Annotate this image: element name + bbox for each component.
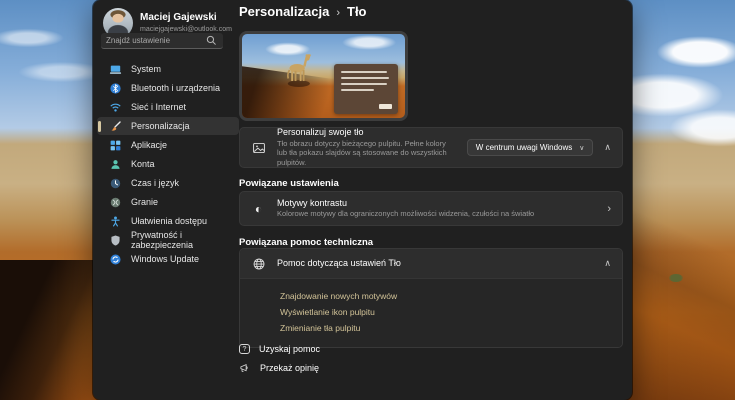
- sidebar-item-accessibility[interactable]: Ułatwienia dostępu: [97, 212, 239, 230]
- sidebar-item-label: Bluetooth i urządzenia: [131, 83, 221, 93]
- chevron-down-icon: ∨: [579, 144, 585, 152]
- desktop-wallpaper-right-dune: [615, 190, 735, 400]
- globe-icon: [251, 257, 266, 271]
- background-preview: [239, 31, 408, 121]
- photo-icon: [251, 141, 266, 155]
- gaming-icon: [109, 196, 122, 209]
- sidebar-item-accounts[interactable]: Konta: [97, 155, 239, 173]
- sidebar-item-label: Aplikacje: [131, 140, 168, 150]
- network-icon: [109, 101, 122, 114]
- search-input[interactable]: [106, 36, 201, 45]
- sidebar-item-gaming[interactable]: Granie: [97, 193, 239, 211]
- sidebar-item-label: Granie: [131, 197, 159, 207]
- sidebar-item-personalization[interactable]: Personalizacja: [97, 117, 239, 135]
- help-links: Znajdowanie nowych motywów Wyświetlanie …: [240, 278, 622, 347]
- background-type-dropdown[interactable]: W centrum uwagi Windows ∨: [466, 139, 594, 156]
- personalization-icon: [109, 120, 122, 133]
- megaphone-icon: [239, 362, 251, 374]
- sidebar-item-apps[interactable]: Aplikacje: [97, 136, 239, 154]
- sidebar-item-windows-update[interactable]: Windows Update: [97, 250, 239, 268]
- contrast-themes-card[interactable]: ◐ Motywy kontrastu Kolorowe motywy dla o…: [239, 191, 623, 226]
- sidebar-nav: System Bluetooth i urządzenia Sieć i Int…: [97, 60, 239, 269]
- help-link-change-background[interactable]: Zmienianie tła pulpitu: [280, 323, 610, 333]
- sidebar-item-label: Windows Update: [131, 254, 200, 264]
- background-card-description: Tło obrazu dotyczy bieżącego pulpitu. Pe…: [277, 138, 447, 168]
- sidebar-item-network[interactable]: Sieć i Internet: [97, 98, 239, 116]
- profile-text: Maciej Gajewski maciejgajewski@outlook.c…: [140, 12, 232, 34]
- accounts-icon: [109, 158, 122, 171]
- help-card-header[interactable]: Pomoc dotycząca ustawień Tło ∧: [240, 249, 622, 278]
- personalize-background-card: Personalizuj swoje tło Tło obrazu dotycz…: [239, 127, 623, 168]
- preview-window-button: [379, 104, 392, 110]
- privacy-icon: [109, 234, 122, 247]
- contrast-card-description: Kolorowe motywy dla ograniczonych możliw…: [277, 209, 535, 219]
- dropdown-value: W centrum uwagi Windows: [475, 143, 573, 152]
- sidebar-item-label: Ułatwienia dostępu: [131, 216, 208, 226]
- sidebar-item-label: Prywatność i zabezpieczenia: [131, 230, 194, 250]
- search-box[interactable]: [101, 33, 223, 49]
- help-card-title: Pomoc dotycząca ustawień Tło: [277, 257, 401, 268]
- breadcrumb-parent[interactable]: Personalizacja: [239, 4, 329, 19]
- windows-update-icon: [109, 253, 122, 266]
- support-heading: Powiązana pomoc techniczna: [239, 237, 374, 248]
- profile-name: Maciej Gajewski: [140, 12, 217, 24]
- sidebar-item-label: Konta: [131, 159, 155, 169]
- feedback-link[interactable]: Przekaż opinię: [239, 362, 319, 374]
- time-language-icon: [109, 177, 122, 190]
- cheetah-image: [287, 54, 311, 88]
- help-link-desktop-icons[interactable]: Wyświetlanie ikon pulpitu: [280, 307, 610, 317]
- collapse-chevron-icon[interactable]: ∧: [604, 142, 611, 153]
- feedback-label: Przekaż opinię: [260, 363, 320, 373]
- sidebar-item-bluetooth[interactable]: Bluetooth i urządzenia: [97, 79, 239, 97]
- help-link-find-themes[interactable]: Znajdowanie nowych motywów: [280, 291, 610, 301]
- sidebar-item-label: Sieć i Internet: [131, 102, 187, 112]
- breadcrumb-separator-icon: ›: [336, 7, 340, 19]
- contrast-card-title: Motywy kontrastu: [277, 197, 348, 208]
- apps-icon: [109, 139, 122, 152]
- related-settings-heading: Powiązane ustawienia: [239, 178, 339, 189]
- collapse-chevron-icon[interactable]: ∧: [604, 258, 611, 269]
- sidebar-item-label: Czas i język: [131, 178, 180, 188]
- settings-sidebar: Maciej Gajewski maciejgajewski@outlook.c…: [93, 0, 243, 400]
- contrast-icon: ◐: [254, 201, 263, 216]
- sidebar-item-time-language[interactable]: Czas i język: [97, 174, 239, 192]
- sidebar-item-system[interactable]: System: [97, 60, 239, 78]
- background-card-title: Personalizuj swoje tło: [277, 127, 364, 138]
- sidebar-item-label: System: [131, 64, 162, 74]
- sidebar-item-privacy[interactable]: Prywatność i zabezpieczenia: [97, 230, 239, 250]
- desktop-wallpaper-bush: [669, 274, 683, 282]
- sidebar-item-label: Personalizacja: [131, 121, 190, 131]
- help-bubble-icon: ?: [239, 344, 250, 354]
- preview-window-card: [334, 64, 398, 115]
- breadcrumb: Personalizacja › Tło: [239, 4, 367, 19]
- search-icon: [205, 34, 218, 47]
- get-help-label: Uzyskaj pomoc: [259, 344, 321, 354]
- help-card: Pomoc dotycząca ustawień Tło ∧ Znajdowan…: [239, 248, 623, 348]
- page-title: Tło: [347, 4, 367, 19]
- settings-content: Personalizacja › Tło Personalizuj swoje …: [238, 0, 628, 400]
- settings-window: Maciej Gajewski maciejgajewski@outlook.c…: [93, 0, 632, 400]
- accessibility-icon: [109, 215, 122, 228]
- chevron-right-icon: ›: [607, 202, 611, 215]
- get-help-link[interactable]: ? Uzyskaj pomoc: [239, 344, 320, 354]
- bluetooth-icon: [109, 82, 122, 95]
- system-icon: [109, 63, 122, 76]
